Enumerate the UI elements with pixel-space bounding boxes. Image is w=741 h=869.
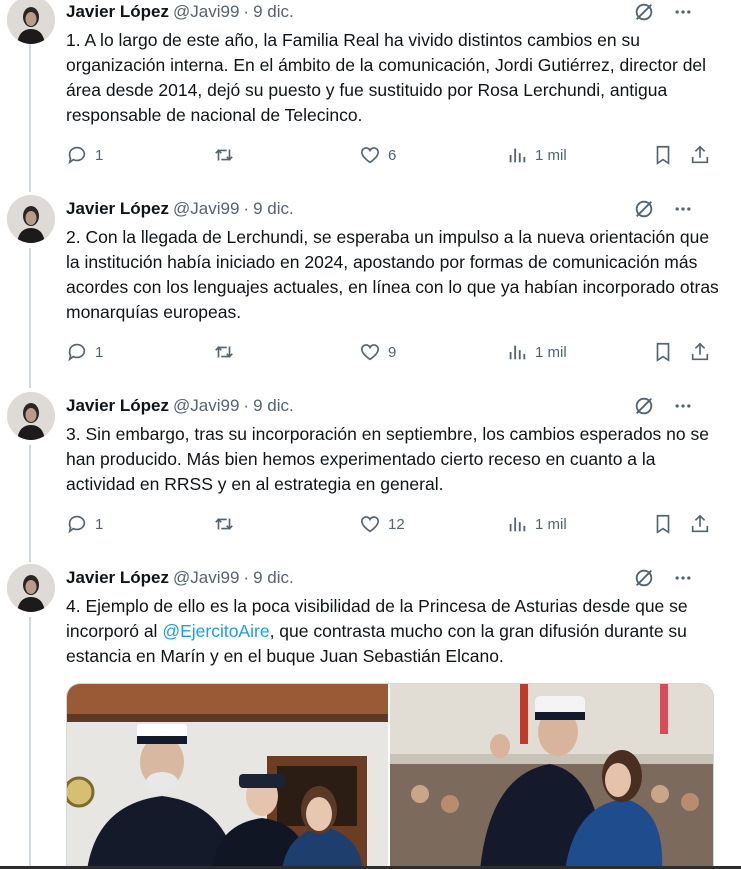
author-name[interactable]: Javier López xyxy=(66,396,169,415)
bookmark-icon xyxy=(652,144,674,166)
retweet-button[interactable] xyxy=(212,143,236,167)
separator: · xyxy=(243,2,250,21)
photo-king-crowd[interactable] xyxy=(390,684,713,869)
avatar[interactable] xyxy=(7,0,55,44)
bookmark-button[interactable] xyxy=(652,340,674,364)
tweet-text: 2. Con la llegada de Lerchundi, se esper… xyxy=(66,227,719,322)
tweet-text: 4. Ejemplo de ello es la poca visibilida… xyxy=(66,594,721,669)
author-handle[interactable]: @Javi99 xyxy=(173,568,239,587)
retweet-icon xyxy=(212,144,236,166)
bar-chart-icon xyxy=(506,144,528,166)
author-name[interactable]: Javier López xyxy=(66,199,169,218)
speech-bubble-icon xyxy=(66,513,88,535)
like-count: 12 xyxy=(388,515,405,533)
views-count: 1 mil xyxy=(535,146,567,164)
bookmark-icon xyxy=(652,341,674,363)
tweet-actions: 1 9 1 mil xyxy=(66,340,711,364)
tweet[interactable]: Javier López @Javi99 · 9 dic. 2. Con la lle… xyxy=(0,195,741,380)
reply-count: 1 xyxy=(95,146,104,164)
grok-icon[interactable] xyxy=(633,395,655,417)
heart-icon xyxy=(359,144,381,166)
tweet-date[interactable]: 9 dic. xyxy=(253,199,294,218)
tweet-date[interactable]: 9 dic. xyxy=(253,568,294,587)
tweet[interactable]: Javier López @Javi99 · 9 dic. 3. Sin embarg… xyxy=(0,392,741,552)
mention-link[interactable]: @EjercitoAire xyxy=(162,621,269,641)
more-dots-icon[interactable] xyxy=(673,396,693,416)
views-button[interactable]: 1 mil xyxy=(506,512,567,536)
avatar[interactable] xyxy=(7,195,55,243)
tweet-date[interactable]: 9 dic. xyxy=(253,2,294,21)
tweet[interactable]: Javier López @Javi99 · 9 dic. 1. A lo largo… xyxy=(0,0,741,190)
tweet-header: Javier López @Javi99 · 9 dic. xyxy=(66,395,721,417)
like-button[interactable]: 9 xyxy=(359,340,396,364)
like-count: 6 xyxy=(388,146,397,164)
grok-icon[interactable] xyxy=(633,1,655,23)
separator: · xyxy=(243,396,250,415)
heart-icon xyxy=(359,341,381,363)
views-count: 1 mil xyxy=(535,343,567,361)
share-icon xyxy=(689,513,711,535)
more-dots-icon[interactable] xyxy=(673,2,693,22)
like-button[interactable]: 12 xyxy=(359,512,405,536)
avatar[interactable] xyxy=(7,392,55,440)
views-button[interactable]: 1 mil xyxy=(506,143,567,167)
tweet-header: Javier López @Javi99 · 9 dic. xyxy=(66,1,721,23)
tweet-actions: 1 12 1 mil xyxy=(66,512,711,536)
bar-chart-icon xyxy=(506,513,528,535)
bar-chart-icon xyxy=(506,341,528,363)
bookmark-button[interactable] xyxy=(652,143,674,167)
author-name[interactable]: Javier López xyxy=(66,2,169,21)
views-button[interactable]: 1 mil xyxy=(506,340,567,364)
tweet-date[interactable]: 9 dic. xyxy=(253,396,294,415)
speech-bubble-icon xyxy=(66,341,88,363)
more-dots-icon[interactable] xyxy=(673,199,693,219)
retweet-icon xyxy=(212,341,236,363)
reply-button[interactable]: 1 xyxy=(66,512,103,536)
author-handle[interactable]: @Javi99 xyxy=(173,396,239,415)
share-button[interactable] xyxy=(689,512,711,536)
separator: · xyxy=(243,568,250,587)
author-name[interactable]: Javier López xyxy=(66,568,169,587)
reply-button[interactable]: 1 xyxy=(66,340,103,364)
tweet-media xyxy=(66,683,714,869)
separator: · xyxy=(243,199,250,218)
tweet-text: 3. Sin embargo, tras su incorporación en… xyxy=(66,424,709,494)
like-count: 9 xyxy=(388,343,397,361)
author-handle[interactable]: @Javi99 xyxy=(173,2,239,21)
retweet-button[interactable] xyxy=(212,512,236,536)
bookmark-button[interactable] xyxy=(652,512,674,536)
retweet-button[interactable] xyxy=(212,340,236,364)
share-button[interactable] xyxy=(689,340,711,364)
reply-count: 1 xyxy=(95,343,104,361)
reply-count: 1 xyxy=(95,515,104,533)
share-icon xyxy=(689,144,711,166)
author-handle[interactable]: @Javi99 xyxy=(173,199,239,218)
tweet-header: Javier López @Javi99 · 9 dic. xyxy=(66,567,721,589)
share-icon xyxy=(689,341,711,363)
heart-icon xyxy=(359,513,381,535)
avatar[interactable] xyxy=(7,564,55,612)
retweet-icon xyxy=(212,513,236,535)
photo-royal-family-ship[interactable] xyxy=(67,684,388,869)
tweet-header: Javier López @Javi99 · 9 dic. xyxy=(66,198,721,220)
tweet-text: 1. A lo largo de este año, la Familia Re… xyxy=(66,30,707,125)
grok-icon[interactable] xyxy=(633,198,655,220)
share-button[interactable] xyxy=(689,143,711,167)
bookmark-icon xyxy=(652,513,674,535)
speech-bubble-icon xyxy=(66,144,88,166)
views-count: 1 mil xyxy=(535,515,567,533)
like-button[interactable]: 6 xyxy=(359,143,396,167)
more-dots-icon[interactable] xyxy=(673,568,693,588)
tweet-actions: 1 6 1 mil xyxy=(66,143,711,167)
reply-button[interactable]: 1 xyxy=(66,143,103,167)
grok-icon[interactable] xyxy=(633,567,655,589)
